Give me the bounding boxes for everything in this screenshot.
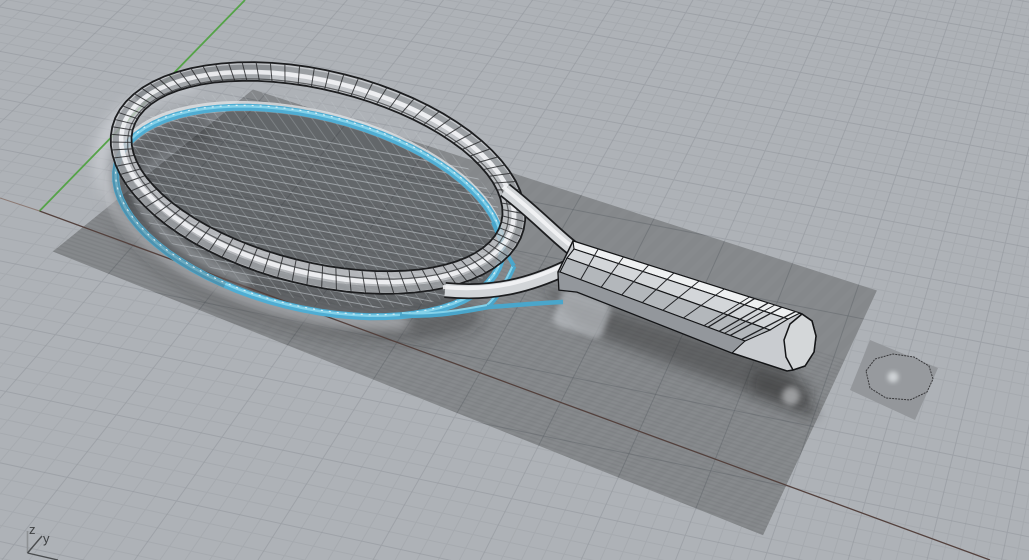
svg-text:x: x [56, 555, 63, 560]
svg-text:y: y [43, 531, 50, 546]
svg-text:z: z [29, 522, 36, 537]
